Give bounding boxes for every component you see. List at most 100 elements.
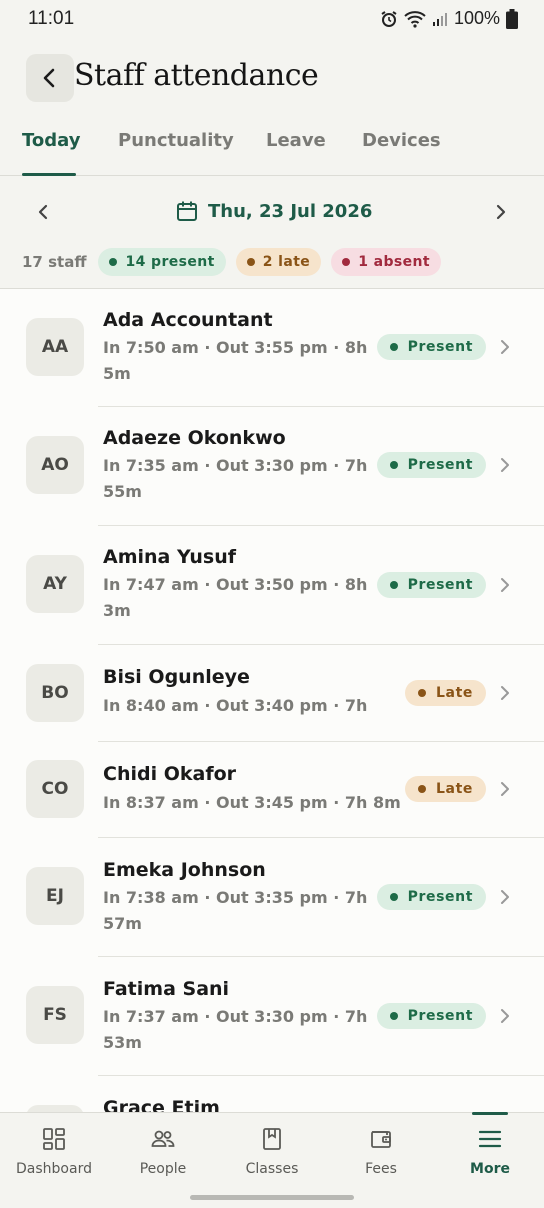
tab-today[interactable]: Today [22,130,80,151]
absent-count: 1 absent [358,254,430,270]
tab-bar: Today Punctuality Leave Devices [0,118,544,176]
avatar: GE [26,1105,84,1112]
status-dot-icon [418,785,427,793]
absent-count-badge: 1 absent [331,248,441,276]
chevron-right-icon [501,458,509,472]
staff-name: Bisi Ogunleye [103,666,250,688]
app-header: Staff attendance [0,54,544,104]
nav-fees[interactable]: Fees [327,1113,435,1193]
chevron-right-icon [501,578,509,592]
staff-name: Amina Yusuf [103,546,236,568]
avatar: CO [26,760,84,818]
wifi-icon [404,10,426,28]
present-count-badge: 14 present [98,248,226,276]
staff-name: Emeka Johnson [103,859,266,881]
late-dot-icon [246,258,255,266]
list-item[interactable]: BO Bisi Ogunleye In 8:40 am · Out 3:40 p… [0,645,544,742]
wallet-icon [371,1131,391,1148]
tab-leave[interactable]: Leave [266,130,326,151]
status-badge: Present [376,1003,486,1029]
chevron-right-icon [501,1009,509,1023]
active-nav-indicator [472,1112,508,1115]
people-icon [151,1130,175,1147]
staff-times: In 7:35 am · Out 3:30 pm · 7h 55m [103,456,368,501]
status-dot-icon [389,581,398,589]
status-label: Present [407,339,473,355]
list-item[interactable]: GE Grace Etim [0,1076,544,1112]
nav-dashboard[interactable]: Dashboard [0,1113,108,1193]
present-dot-icon [109,258,118,266]
home-indicator[interactable] [190,1195,354,1200]
nav-label: Dashboard [16,1161,92,1177]
status-label: Late [436,685,473,701]
staff-name: Grace Etim [103,1097,220,1112]
calendar-icon [177,201,197,221]
back-button[interactable] [26,54,74,102]
staff-times: In 7:47 am · Out 3:50 pm · 8h 3m [103,575,368,620]
staff-name: Ada Accountant [103,309,273,331]
tab-punctuality[interactable]: Punctuality [118,130,234,151]
book-icon [263,1128,281,1150]
date-selector: Thu, 23 Jul 2026 [0,190,544,236]
status-label: Present [407,889,473,905]
late-count: 2 late [262,254,311,270]
staff-times: In 7:37 am · Out 3:30 pm · 7h 53m [103,1007,368,1052]
nav-people[interactable]: People [109,1113,217,1193]
tab-devices[interactable]: Devices [362,130,441,151]
staff-times: In 7:50 am · Out 3:55 pm · 8h 5m [103,338,368,383]
staff-name: Chidi Okafor [103,763,237,785]
avatar: AO [26,436,84,494]
nav-label: Classes [245,1161,299,1177]
date-picker-button[interactable]: Thu, 23 Jul 2026 [176,200,372,222]
back-arrow-icon [43,68,55,88]
status-icons: 100% [380,8,518,29]
status-label: Present [407,1008,473,1024]
attendance-summary: 17 staff 14 present 2 late 1 absent [22,248,441,276]
list-item[interactable]: CO Chidi Okafor In 8:37 am · Out 3:45 pm… [0,742,544,838]
staff-list[interactable]: AA Ada Accountant In 7:50 am · Out 3:55 … [0,288,544,1112]
chevron-right-icon [501,686,509,700]
avatar: AA [26,318,84,376]
avatar: FS [26,986,84,1044]
staff-name: Adaeze Okonkwo [103,427,286,449]
list-item[interactable]: EJ Emeka Johnson In 7:38 am · Out 3:35 p… [0,838,544,957]
present-count: 14 present [125,254,215,270]
list-item[interactable]: AY Amina Yusuf In 7:47 am · Out 3:50 pm … [0,526,544,645]
avatar: BO [26,664,84,722]
staff-times: In 8:40 am · Out 3:40 pm · 7h [103,696,368,715]
next-day-button[interactable] [488,200,512,224]
status-badge: Present [376,572,486,598]
nav-classes[interactable]: Classes [218,1113,326,1193]
nav-label: People [139,1161,187,1177]
nav-label: Fees [365,1161,397,1177]
list-item[interactable]: FS Fatima Sani In 7:37 am · Out 3:30 pm … [0,957,544,1076]
status-time: 11:01 [28,8,75,29]
staff-times: In 8:37 am · Out 3:45 pm · 7h 8m [103,793,401,812]
chevron-left-icon [38,204,48,220]
battery-percent: 100% [453,8,500,28]
status-dot-icon [389,461,398,469]
status-bar: 11:01 100% [0,0,544,38]
nav-label: More [470,1161,510,1177]
status-badge: Present [376,884,486,910]
avatar: EJ [26,867,84,925]
bottom-navigation: Dashboard People Classes Fees More [0,1112,544,1208]
status-label: Late [436,781,473,797]
status-dot-icon [418,689,427,697]
status-dot-icon [389,1012,398,1020]
status-dot-icon [389,343,398,351]
staff-name: Fatima Sani [103,978,230,1000]
status-label: Present [407,457,473,473]
nav-more[interactable]: More [436,1112,544,1193]
status-label: Present [407,577,473,593]
signal-icon [432,11,448,27]
list-item[interactable]: AA Ada Accountant In 7:50 am · Out 3:55 … [0,289,544,407]
status-badge: Late [405,680,486,706]
list-item[interactable]: AO Adaeze Okonkwo In 7:35 am · Out 3:30 … [0,407,544,526]
late-count-badge: 2 late [235,248,322,276]
chevron-right-icon [501,340,509,354]
previous-day-button[interactable] [32,200,56,224]
menu-icon [478,1130,502,1148]
alarm-icon [380,10,398,28]
chevron-right-icon [501,890,509,904]
